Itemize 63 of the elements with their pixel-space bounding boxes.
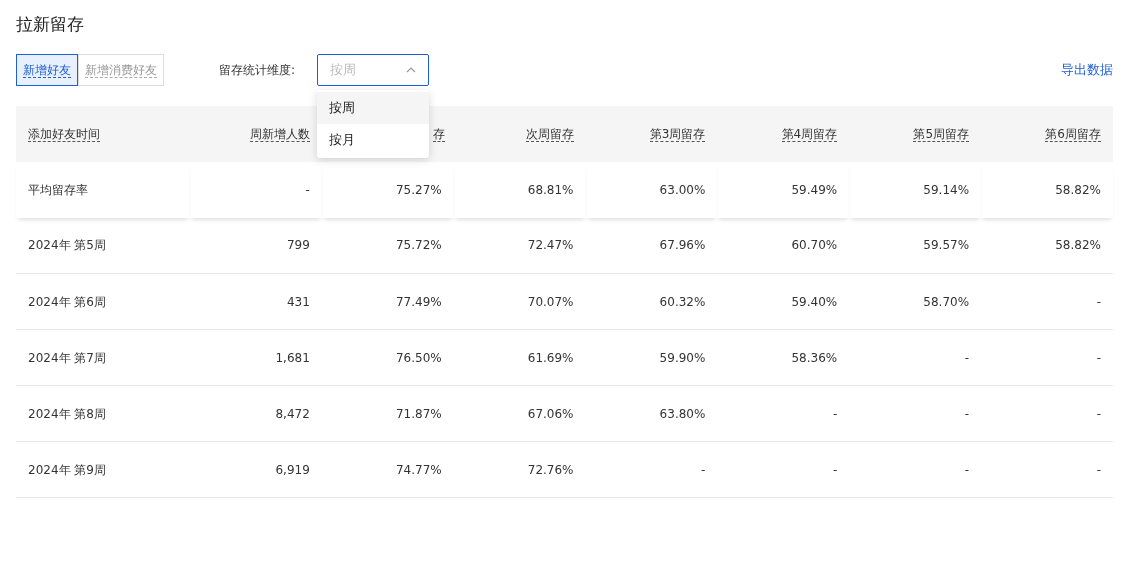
table-cell: - xyxy=(585,441,718,498)
table-cell: 67.06% xyxy=(453,385,586,442)
table-cell: 60.70% xyxy=(717,217,850,274)
table-cell: 6,919 xyxy=(190,441,322,498)
table-cell: 76.50% xyxy=(321,329,454,386)
table-cell: 77.49% xyxy=(321,273,454,330)
table-cell: 1,681 xyxy=(190,329,322,386)
table-cell: 68.81% xyxy=(453,161,586,218)
export-link[interactable]: 导出数据 xyxy=(1061,59,1113,80)
column-header: 周新增人数 xyxy=(249,126,310,142)
table-cell: 平均留存率 xyxy=(16,161,190,218)
table-cell: 71.87% xyxy=(321,385,454,442)
table-cell: 2024年 第7周 xyxy=(16,329,190,386)
dropdown-option[interactable]: 按周 xyxy=(317,91,429,124)
column-header: 第6周留存 xyxy=(1045,126,1101,142)
table-cell: 59.57% xyxy=(849,217,982,274)
table-cell: - xyxy=(981,273,1113,330)
table-cell: 72.76% xyxy=(453,441,586,498)
table-cell: 59.14% xyxy=(849,161,982,218)
column-header: 第5周留存 xyxy=(913,126,970,142)
table-cell: - xyxy=(849,441,982,498)
table-cell: 2024年 第9周 xyxy=(16,441,190,498)
table-cell: - xyxy=(981,385,1113,442)
table-cell: - xyxy=(190,161,322,218)
table-cell: 74.77% xyxy=(321,441,454,498)
segment-tab[interactable]: 新增好友 xyxy=(16,53,78,86)
table-cell: 60.32% xyxy=(585,273,718,330)
table-cell: - xyxy=(981,441,1113,498)
table-cell: 58.82% xyxy=(981,161,1113,218)
table-cell: 72.47% xyxy=(453,217,586,274)
table-cell: 431 xyxy=(190,273,322,330)
table-cell: 59.40% xyxy=(717,273,850,330)
table-cell: 67.96% xyxy=(585,217,718,274)
column-header: 添加好友时间 xyxy=(28,126,100,142)
table-cell: 799 xyxy=(190,217,322,274)
table-cell: 61.69% xyxy=(453,329,586,386)
table-cell: 59.90% xyxy=(585,329,718,386)
column-header: 第3周留存 xyxy=(649,126,706,142)
table-cell: 63.00% xyxy=(585,161,718,218)
dropdown-option[interactable]: 按月 xyxy=(317,123,429,156)
table-cell: - xyxy=(717,441,850,498)
table-cell: 2024年 第8周 xyxy=(16,385,190,442)
table-cell: - xyxy=(717,385,850,442)
table-cell: - xyxy=(981,329,1113,386)
table-cell: 59.49% xyxy=(717,161,850,218)
column-header: 第4周留存 xyxy=(781,126,838,142)
table-cell: 8,472 xyxy=(190,385,322,442)
table-cell: 75.72% xyxy=(321,217,454,274)
table-cell: 70.07% xyxy=(453,273,586,330)
table-cell: 2024年 第5周 xyxy=(16,217,190,274)
table-cell: 58.36% xyxy=(717,329,850,386)
column-header: 存 xyxy=(432,126,445,142)
caret-icon xyxy=(406,66,416,73)
column-header: 次周留存 xyxy=(525,126,574,142)
table-cell: - xyxy=(849,329,982,386)
table-cell: 75.27% xyxy=(321,161,454,218)
table-cell: 2024年 第6周 xyxy=(16,273,190,330)
table-cell: 58.82% xyxy=(981,217,1113,274)
filter-label: 留存统计维度: xyxy=(219,61,297,79)
page-title: 拉新留存 xyxy=(16,13,85,36)
table-cell: 58.70% xyxy=(849,273,982,330)
table-cell: 63.80% xyxy=(585,385,718,442)
table-cell: - xyxy=(849,385,982,442)
